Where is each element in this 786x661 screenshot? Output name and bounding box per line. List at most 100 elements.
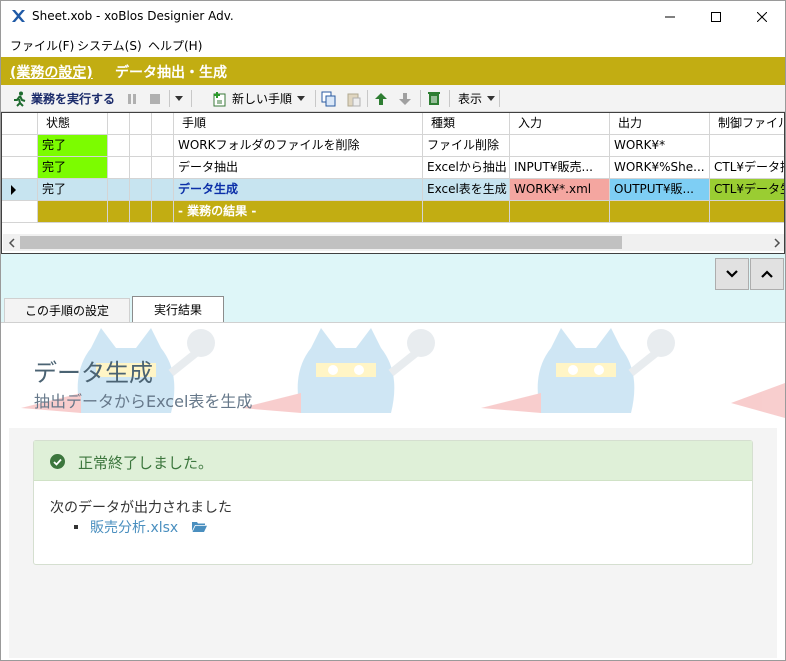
- column-header-status[interactable]: 状態: [38, 113, 108, 135]
- output-cell[interactable]: OUTPUT¥販...: [610, 179, 710, 201]
- result-row-cell[interactable]: [108, 201, 130, 223]
- blank-cell[interactable]: [108, 157, 130, 179]
- blank-cell[interactable]: [108, 179, 130, 201]
- row-header[interactable]: [2, 157, 38, 179]
- column-header-blank: [152, 113, 174, 135]
- blank-cell[interactable]: [130, 179, 152, 201]
- window-title: Sheet.xob - xoBlos Designier Adv.: [32, 9, 234, 23]
- copy-icon: [321, 91, 336, 106]
- blank-cell[interactable]: [130, 135, 152, 157]
- grid-corner: [2, 113, 38, 135]
- scroll-right-icon[interactable]: [773, 238, 781, 248]
- arrow-up-icon: [375, 92, 387, 105]
- blank-cell[interactable]: [152, 135, 174, 157]
- column-header-type[interactable]: 種類: [423, 113, 510, 135]
- column-header-input[interactable]: 入力: [510, 113, 610, 135]
- menu-file[interactable]: ファイル(F): [10, 37, 74, 54]
- tab-step-settings[interactable]: この手順の設定: [4, 298, 130, 322]
- result-row-cell[interactable]: [510, 201, 610, 223]
- blank-cell[interactable]: [130, 157, 152, 179]
- result-row-cell[interactable]: [423, 201, 510, 223]
- business-result-row[interactable]: - 業務の結果 -: [174, 201, 423, 223]
- detail-tabs: この手順の設定 実行結果: [1, 294, 785, 322]
- blank-cell[interactable]: [152, 157, 174, 179]
- check-circle-icon: [50, 454, 65, 469]
- trash-icon: [428, 92, 440, 105]
- input-cell[interactable]: INPUT¥販売...: [510, 157, 610, 179]
- stop-button[interactable]: [149, 88, 161, 109]
- execution-result-panel: データ生成 抽出データからExcel表を生成 正常終了しました。 次のデータが出…: [1, 322, 785, 660]
- step-cell[interactable]: データ生成: [174, 179, 423, 201]
- minimize-button[interactable]: [647, 1, 693, 32]
- menu-help[interactable]: ヘルプ(H): [148, 37, 202, 54]
- type-cell[interactable]: Excelから抽出: [423, 157, 510, 179]
- pane-splitter: [1, 254, 785, 294]
- step-cell[interactable]: WORKフォルダのファイルを削除: [174, 135, 423, 157]
- output-cell[interactable]: WORK¥%She...: [610, 157, 710, 179]
- paste-button[interactable]: [346, 88, 362, 109]
- stop-icon: [150, 93, 160, 104]
- paste-icon: [347, 93, 361, 106]
- view-menu-button[interactable]: 表示: [458, 88, 496, 109]
- view-label: 表示: [458, 92, 483, 106]
- row-header[interactable]: [2, 201, 38, 223]
- move-up-button[interactable]: [374, 88, 388, 109]
- menu-system[interactable]: システム(S): [77, 37, 142, 54]
- close-button[interactable]: [739, 1, 785, 32]
- control-cell[interactable]: [710, 135, 784, 157]
- status-cell[interactable]: 完了: [38, 157, 108, 179]
- move-down-button[interactable]: [398, 88, 412, 109]
- blank-cell[interactable]: [152, 179, 174, 201]
- result-row-cell[interactable]: [130, 201, 152, 223]
- step-cell[interactable]: データ抽出: [174, 157, 423, 179]
- success-message: 正常終了しました。: [78, 454, 214, 472]
- run-business-label: 業務を実行する: [31, 92, 116, 106]
- scrollbar-thumb[interactable]: [20, 236, 622, 249]
- row-header[interactable]: [2, 135, 38, 157]
- new-step-button[interactable]: 新しい手順: [212, 88, 306, 109]
- input-cell[interactable]: WORK¥*.xml: [510, 179, 610, 201]
- collapse-down-button[interactable]: [715, 258, 749, 290]
- new-step-icon: [213, 91, 226, 106]
- column-header-step[interactable]: 手順: [174, 113, 423, 135]
- horizontal-scrollbar[interactable]: [3, 234, 784, 251]
- run-dropdown-button[interactable]: [175, 88, 183, 109]
- pause-button[interactable]: [126, 88, 138, 109]
- blank-cell[interactable]: [108, 135, 130, 157]
- column-header-blank: [108, 113, 130, 135]
- toolbar-separator: [191, 90, 192, 107]
- input-cell[interactable]: [510, 135, 610, 157]
- output-file-link[interactable]: 販売分析.xlsx: [90, 517, 178, 537]
- copy-button[interactable]: [321, 88, 337, 109]
- result-row-cell[interactable]: [38, 201, 108, 223]
- type-cell[interactable]: ファイル削除: [423, 135, 510, 157]
- column-header-output[interactable]: 出力: [610, 113, 710, 135]
- xoblos-app-icon: [12, 10, 25, 22]
- maximize-button[interactable]: [693, 1, 739, 32]
- result-row-cell[interactable]: [152, 201, 174, 223]
- run-business-button[interactable]: 業務を実行する: [11, 88, 115, 109]
- status-cell[interactable]: 完了: [38, 179, 108, 201]
- business-settings-link[interactable]: (業務の設定): [10, 62, 93, 82]
- chevron-down-icon: [726, 270, 738, 278]
- maximize-icon: [711, 11, 721, 22]
- open-folder-icon[interactable]: [192, 521, 207, 532]
- delete-button[interactable]: [427, 88, 441, 109]
- arrow-down-icon: [399, 92, 411, 105]
- output-cell[interactable]: WORK¥*: [610, 135, 710, 157]
- column-header-control-file[interactable]: 制御ファイル: [710, 113, 784, 135]
- toolbar-separator: [449, 90, 450, 107]
- chevron-down-icon: [487, 95, 496, 101]
- expand-up-button[interactable]: [750, 258, 784, 290]
- tab-execution-result[interactable]: 実行結果: [132, 296, 224, 322]
- type-cell[interactable]: Excel表を生成: [423, 179, 510, 201]
- control-cell[interactable]: CTL¥データ生: [710, 179, 784, 201]
- scroll-left-icon[interactable]: [8, 238, 16, 248]
- control-cell[interactable]: CTL¥データ抽: [710, 157, 784, 179]
- result-row-cell[interactable]: [610, 201, 710, 223]
- row-header-selected[interactable]: [2, 179, 38, 201]
- result-row-cell[interactable]: [710, 201, 784, 223]
- status-cell[interactable]: 完了: [38, 135, 108, 157]
- current-row-icon: [11, 185, 16, 195]
- toolbar: 業務を実行する 新しい手順 表示: [1, 85, 785, 112]
